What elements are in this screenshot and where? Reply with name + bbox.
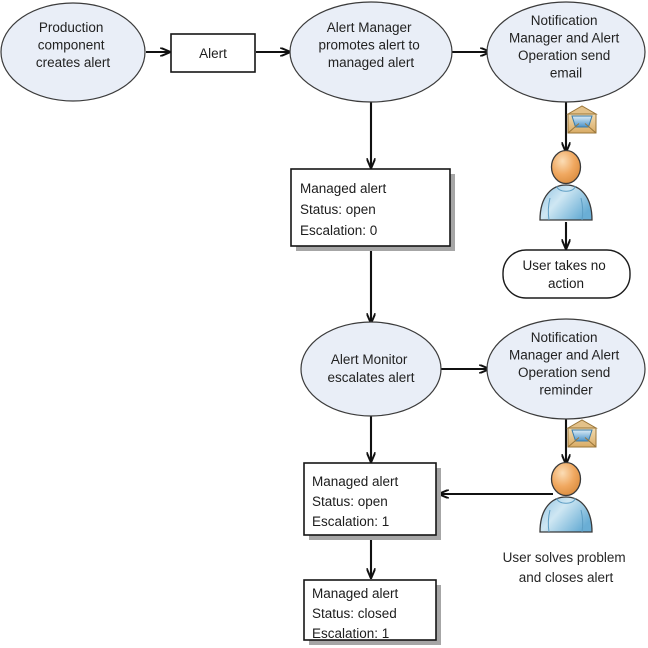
- caption-user-solves-label: User solves problem and closes alert: [503, 550, 630, 585]
- managed-alert-closed-1-label: Managed alert Status: closed Escalation:…: [312, 586, 402, 641]
- node-alert[interactable]: Alert: [170, 33, 256, 73]
- diagram-canvas: Production component creates alert Alert…: [0, 1, 646, 645]
- envelope-icon-bottom: [566, 419, 598, 448]
- node-alert-monitor[interactable]: Alert Monitor escalates alert: [300, 321, 442, 417]
- managed-alert-open-0-label: Managed alert Status: open Escalation: 0: [300, 181, 390, 238]
- managed-alert-open-1-label: Managed alert Status: open Escalation: 1: [312, 474, 402, 529]
- node-managed-alert-closed-1[interactable]: Managed alert Status: closed Escalation:…: [303, 579, 441, 645]
- node-managed-alert-open-1[interactable]: Managed alert Status: open Escalation: 1: [303, 462, 441, 540]
- alert-label: Alert: [199, 46, 227, 61]
- flow-diagram: Production component creates alert Alert…: [0, 0, 648, 648]
- node-notification-reminder[interactable]: Notification Manager and Alert Operation…: [486, 318, 646, 420]
- alert-monitor-shape: [300, 321, 442, 417]
- person-icon-bottom: [539, 461, 593, 533]
- caption-user-solves: User solves problem and closes alert: [503, 550, 630, 585]
- node-notification-email[interactable]: Notification Manager and Alert Operation…: [486, 1, 646, 103]
- node-alert-manager[interactable]: Alert Manager promotes alert to managed …: [289, 1, 453, 103]
- envelope-icon: [566, 105, 598, 134]
- node-managed-alert-open-0[interactable]: Managed alert Status: open Escalation: 0: [290, 168, 455, 251]
- node-user-no-action[interactable]: User takes no action: [502, 249, 631, 299]
- production-component-label: Production component creates alert: [36, 20, 111, 70]
- person-icon-top: [539, 149, 593, 221]
- alert-manager-label: Alert Manager promotes alert to managed …: [318, 20, 423, 70]
- node-production-component[interactable]: Production component creates alert: [0, 2, 146, 102]
